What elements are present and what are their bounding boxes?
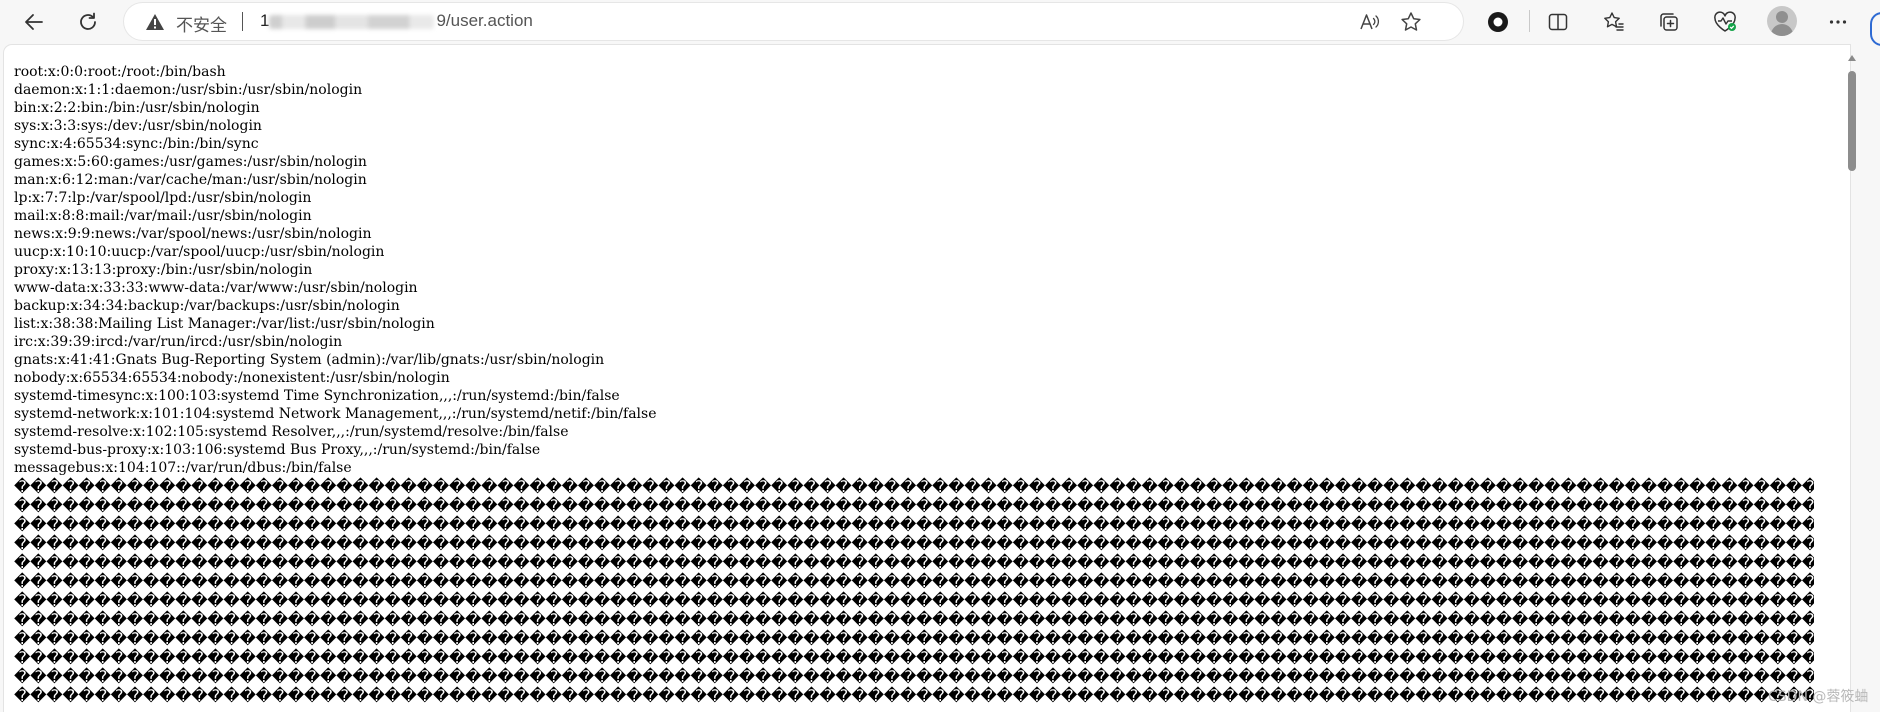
url-path: 9/user.action (436, 11, 533, 30)
back-button[interactable] (18, 6, 50, 38)
passwd-line: games:x:5:60:games:/usr/games:/usr/sbin/… (14, 154, 367, 170)
passwd-line: lp:x:7:7:lp:/var/spool/lpd:/usr/sbin/nol… (14, 190, 312, 206)
passwd-line: systemd-timesync:x:100:103:systemd Time … (14, 388, 620, 404)
passwd-line: sys:x:3:3:sys:/dev:/usr/sbin/nologin (14, 118, 262, 134)
favorites-button[interactable] (1598, 6, 1630, 38)
split-screen-button[interactable] (1542, 6, 1574, 38)
passwd-line: systemd-bus-proxy:x:103:106:systemd Bus … (14, 442, 541, 458)
split-screen-icon (1548, 13, 1568, 31)
profile-avatar[interactable] (1767, 6, 1797, 36)
garbled-line: ����������������������������������������… (14, 572, 1814, 591)
read-aloud-icon (1360, 14, 1380, 30)
collections-button[interactable] (1653, 6, 1685, 38)
scroll-up-arrow-icon[interactable] (1848, 55, 1856, 61)
record-extension-button[interactable] (1482, 6, 1514, 38)
url-text[interactable]: 1 9/user.action (260, 11, 533, 31)
passwd-line: gnats:x:41:41:Gnats Bug-Reporting System… (14, 352, 605, 368)
garbled-line: ����������������������������������������… (14, 667, 1814, 686)
record-icon (1488, 12, 1508, 32)
garbled-line: ����������������������������������������… (14, 591, 1814, 610)
refresh-button[interactable] (72, 6, 104, 38)
passwd-line: proxy:x:13:13:proxy:/bin:/usr/sbin/nolog… (14, 262, 313, 278)
page-viewport: root:x:0:0:root:/root:/bin/bash daemon:x:… (4, 45, 1850, 712)
browser-essentials-button[interactable] (1709, 6, 1741, 38)
toolbar-separator (1529, 10, 1530, 32)
address-bar[interactable]: 不安全 1 9/user.action (124, 3, 1463, 40)
avatar-shoulders (1771, 24, 1793, 36)
refresh-icon (80, 12, 96, 30)
read-aloud-button[interactable] (1358, 11, 1380, 33)
garbled-line: ����������������������������������������… (14, 477, 1814, 496)
garbled-line: ����������������������������������������… (14, 610, 1814, 629)
browser-toolbar: 不安全 1 9/user.action (0, 0, 1880, 46)
garbled-line: ����������������������������������������… (14, 534, 1814, 553)
security-status-label[interactable]: 不安全 (176, 11, 227, 36)
passwd-line: list:x:38:38:Mailing List Manager:/var/l… (14, 316, 435, 332)
garbled-line: ����������������������������������������… (14, 496, 1814, 515)
url-redacted-host (269, 14, 435, 29)
warning-icon (146, 14, 164, 30)
favorites-list-icon (1604, 12, 1624, 31)
garbled-binary-output: ����������������������������������������… (14, 477, 1814, 705)
passwd-line: systemd-resolve:x:102:105:systemd Resolv… (14, 424, 569, 440)
passwd-line: root:x:0:0:root:/root:/bin/bash (14, 64, 226, 80)
passwd-line: daemon:x:1:1:daemon:/usr/sbin:/usr/sbin/… (14, 82, 363, 98)
garbled-line: ����������������������������������������… (14, 629, 1814, 648)
passwd-line: systemd-network:x:101:104:systemd Networ… (14, 406, 657, 422)
collections-icon (1660, 13, 1678, 31)
passwd-line: sync:x:4:65534:sync:/bin:/bin/sync (14, 136, 259, 152)
garbled-line: ����������������������������������������… (14, 553, 1814, 572)
garbled-line: ����������������������������������������… (14, 686, 1814, 705)
favorite-button[interactable] (1400, 11, 1422, 33)
scroll-thumb[interactable] (1848, 71, 1856, 171)
passwd-line: nobody:x:65534:65534:nobody:/nonexistent… (14, 370, 450, 386)
passwd-line: backup:x:34:34:backup:/var/backups:/usr/… (14, 298, 400, 314)
garbled-line: ����������������������������������������… (14, 648, 1814, 667)
passwd-line: irc:x:39:39:ircd:/var/run/ircd:/usr/sbin… (14, 334, 343, 350)
passwd-line: news:x:9:9:news:/var/spool/news:/usr/sbi… (14, 226, 372, 242)
arrow-left-icon (25, 14, 43, 30)
passwd-line: messagebus:x:104:107::/var/run/dbus:/bin… (14, 460, 352, 476)
more-menu-button[interactable] (1822, 6, 1854, 38)
passwd-line: mail:x:8:8:mail:/var/mail:/usr/sbin/nolo… (14, 208, 312, 224)
star-icon (1401, 12, 1421, 31)
address-separator (242, 12, 243, 31)
browser-essentials-icon (1714, 11, 1736, 32)
passwd-line: bin:x:2:2:bin:/bin:/usr/sbin/nologin (14, 100, 260, 116)
sidebar-copilot-icon[interactable] (1870, 12, 1880, 46)
passwd-line: uucp:x:10:10:uucp:/var/spool/uucp:/usr/s… (14, 244, 385, 260)
passwd-line: www-data:x:33:33:www-data:/var/www:/usr/… (14, 280, 418, 296)
garbled-line: ����������������������������������������… (14, 515, 1814, 534)
passwd-file-content: root:x:0:0:root:/root:/bin/bash daemon:x:… (14, 63, 1810, 477)
url-host-start: 1 (260, 11, 270, 30)
watermark: CSDN @蓉筱蛐 (1768, 689, 1869, 705)
page-scrollbar[interactable] (1846, 55, 1858, 712)
more-icon (1829, 20, 1847, 24)
profile-avatar-icon (1776, 11, 1788, 23)
passwd-line: man:x:6:12:man:/var/cache/man:/usr/sbin/… (14, 172, 367, 188)
